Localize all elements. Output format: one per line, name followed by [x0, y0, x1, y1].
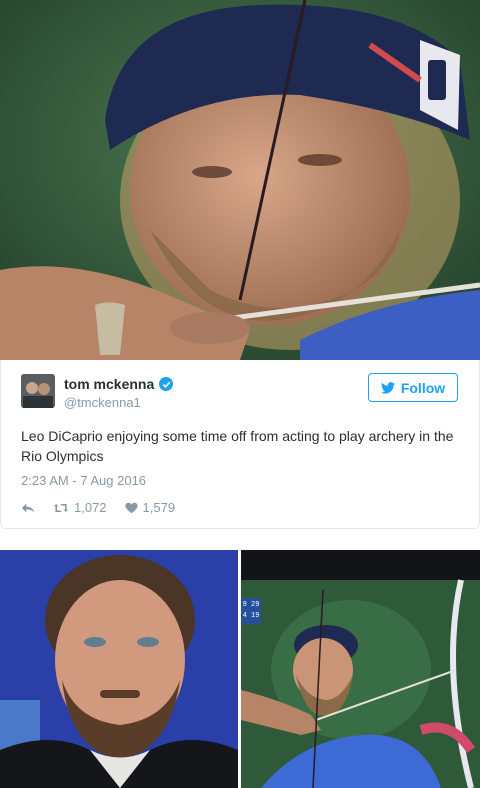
reply-button[interactable]: [21, 502, 35, 514]
like-button[interactable]: 1,579: [124, 500, 176, 515]
scoreboard-line-1: 9 29: [242, 601, 260, 609]
user-handle[interactable]: @tmckenna1: [64, 395, 141, 410]
follow-label: Follow: [400, 379, 446, 396]
tweet-actions: 1,072 1,579: [21, 500, 175, 515]
like-count: 1,579: [142, 500, 176, 515]
tweet-card: tom mckenna @tmckenna1 Follow Leo DiCapr…: [0, 360, 480, 529]
reply-icon: [21, 503, 35, 512]
follow-button[interactable]: Follow: [368, 373, 458, 402]
tweet-timestamp[interactable]: 2:23 AM - 7 Aug 2016: [21, 473, 146, 488]
retweet-count: 1,072: [74, 500, 107, 515]
display-name[interactable]: tom mckenna: [64, 376, 174, 392]
actor-portrait-photo: [0, 550, 238, 788]
twitter-bird-icon: [380, 381, 395, 394]
display-name-label[interactable]: tom mckenna: [64, 376, 154, 392]
verified-badge-icon: [159, 377, 174, 391]
scoreboard-overlay: 9 29 4 19: [242, 600, 260, 622]
tweet-text: Leo DiCaprio enjoying some time off from…: [21, 428, 454, 464]
retweet-button[interactable]: 1,072: [53, 500, 107, 515]
heart-icon: [124, 502, 138, 513]
avatar[interactable]: [21, 374, 55, 408]
retweet-icon: [53, 503, 69, 512]
scoreboard-line-2: 4 19: [242, 612, 260, 620]
tv-archer-photo: 9 29 4 19: [241, 550, 480, 788]
archer-closeup-photo: [0, 0, 480, 360]
